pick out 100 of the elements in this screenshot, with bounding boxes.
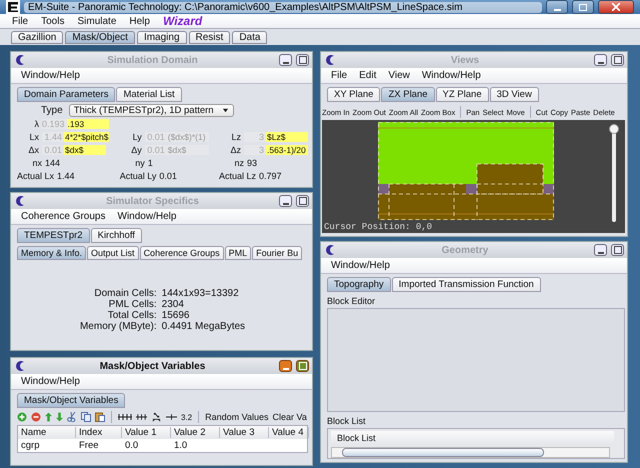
- maximize-button[interactable]: [296, 360, 309, 372]
- window-title: Simulation Domain: [106, 54, 199, 66]
- menu-item[interactable]: Coherence Groups: [21, 211, 106, 222]
- maximize-button[interactable]: [572, 0, 594, 14]
- maximize-button[interactable]: [296, 195, 309, 207]
- parameter-label: Δy: [130, 145, 143, 155]
- copy-icon[interactable]: [81, 412, 91, 422]
- window-title: Geometry: [440, 244, 490, 256]
- info-value: 0.4491 MegaBytes: [162, 321, 246, 332]
- minimize-button[interactable]: [594, 244, 607, 256]
- tab[interactable]: Kirchhoff: [90, 228, 142, 243]
- menu-item[interactable]: Window/Help: [118, 211, 176, 222]
- tab[interactable]: Topography: [327, 277, 391, 292]
- expression-field[interactable]: $Lz$: [266, 132, 308, 142]
- computed-value: 1.44: [42, 132, 64, 142]
- section-label: Block Editor: [327, 296, 376, 306]
- tab[interactable]: ZX Plane: [381, 87, 435, 102]
- menu-item[interactable]: Window/Help: [422, 70, 481, 81]
- window-title: EM-Suite - Panoramic Technology: C:\Panoramic\v600_Examples\AltPSM\AltPSM_LineSpace.sim: [24, 2, 542, 12]
- toolbar-button[interactable]: Random Values: [205, 412, 268, 422]
- dimension-icon[interactable]: [136, 413, 147, 421]
- window-title: Mask/Object Variables: [98, 360, 206, 372]
- remove-icon[interactable]: [31, 412, 41, 422]
- expression-field[interactable]: .193: [66, 119, 109, 129]
- column-header[interactable]: Index: [76, 427, 122, 438]
- info-value: 144x1x93=13392: [162, 288, 240, 299]
- computed-value: 0.01: [144, 145, 167, 155]
- computed-value: 0.193: [42, 119, 67, 129]
- menu-item[interactable]: Simulate: [77, 16, 116, 26]
- tab[interactable]: Material List: [116, 87, 182, 102]
- tab[interactable]: Imported Transmission Function: [392, 277, 541, 292]
- table-cell-text: Free: [78, 440, 100, 451]
- menu-item[interactable]: Window/Help: [21, 70, 80, 81]
- table-cell-text: cgrp: [20, 440, 40, 451]
- parameter-value: 0.797: [259, 171, 282, 181]
- expression-field[interactable]: $dx$: [64, 145, 106, 155]
- tab[interactable]: Data: [232, 31, 268, 44]
- zoom-slider[interactable]: [612, 124, 616, 222]
- add-icon[interactable]: [17, 412, 27, 422]
- tab[interactable]: Mask/Object: [65, 31, 135, 44]
- scissors-icon[interactable]: [67, 412, 77, 422]
- tab[interactable]: Domain Parameters: [17, 87, 116, 102]
- tab[interactable]: Gazillion: [11, 31, 64, 44]
- column-header[interactable]: Value 4: [269, 427, 309, 438]
- tab[interactable]: Imaging: [136, 31, 187, 44]
- horizontal-scrollbar[interactable]: [331, 447, 610, 458]
- menu-item[interactable]: View: [388, 70, 410, 81]
- column-header[interactable]: Value 3: [220, 427, 269, 438]
- parameter-label: λ: [34, 119, 40, 129]
- maximize-button[interactable]: [296, 54, 309, 66]
- parameter-label: Ly: [132, 132, 143, 142]
- minimize-button[interactable]: [546, 0, 568, 14]
- type-dropdown[interactable]: Thick (TEMPESTpr2), 1D pattern: [68, 104, 234, 117]
- menu-item[interactable]: Edit: [359, 70, 376, 81]
- parameter-label: Δx: [27, 145, 40, 155]
- minimize-button[interactable]: [279, 54, 292, 66]
- crescent-logo-icon: [14, 360, 26, 372]
- toolbar-button[interactable]: Clear Va: [272, 412, 307, 422]
- column-header[interactable]: Value 1: [122, 427, 171, 438]
- menu-item[interactable]: Help: [129, 16, 150, 26]
- dimension-icon[interactable]: [118, 413, 132, 421]
- menu-item[interactable]: Window/Help: [21, 376, 80, 387]
- paste-icon[interactable]: [95, 412, 105, 422]
- tab[interactable]: Memory & Info.: [17, 246, 86, 260]
- minimize-button[interactable]: [594, 54, 607, 66]
- parameter-label: Lx: [28, 132, 40, 142]
- window-title: Views: [450, 54, 480, 66]
- tab[interactable]: PML: [224, 246, 252, 260]
- column-header[interactable]: Name: [18, 427, 76, 438]
- line-icon[interactable]: [166, 413, 177, 421]
- info-value: 2304: [162, 299, 185, 310]
- tab[interactable]: Resist: [188, 31, 230, 44]
- slider-thumb[interactable]: [609, 124, 619, 134]
- expression-field[interactable]: 4*2*$pitch$: [64, 132, 110, 142]
- tab[interactable]: XY Plane: [327, 87, 380, 102]
- menu-item[interactable]: File: [331, 70, 348, 81]
- maximize-button[interactable]: [611, 244, 624, 256]
- column-header[interactable]: Value 2: [171, 427, 220, 438]
- wizard-menu-item[interactable]: Wizard: [162, 14, 202, 28]
- menu-item[interactable]: Tools: [41, 16, 64, 26]
- close-button[interactable]: [598, 0, 634, 14]
- tab[interactable]: 3D View: [490, 87, 539, 102]
- type-label: Type: [41, 105, 63, 116]
- tab[interactable]: Mask/Object Variables: [17, 393, 126, 408]
- number-format-button[interactable]: 3.2: [181, 412, 192, 422]
- expression-field[interactable]: .563-1)/20: [266, 145, 308, 155]
- tab[interactable]: Coherence Groups: [140, 246, 224, 260]
- tab[interactable]: Fourier Bu: [252, 246, 302, 260]
- tab[interactable]: Output List: [87, 246, 139, 260]
- tab[interactable]: YZ Plane: [436, 87, 489, 102]
- parameter-label: Actual Lz: [218, 171, 258, 181]
- minimize-button[interactable]: [279, 360, 292, 372]
- menu-item[interactable]: Window/Help: [331, 260, 390, 271]
- maximize-button[interactable]: [611, 54, 624, 66]
- parameter-label: Actual Lx: [17, 171, 56, 181]
- parameter-value: 144: [45, 158, 60, 168]
- computed-value: 3: [244, 132, 266, 142]
- menu-item[interactable]: File: [12, 16, 28, 26]
- minimize-button[interactable]: [279, 195, 292, 207]
- tab[interactable]: TEMPESTpr2: [17, 228, 90, 243]
